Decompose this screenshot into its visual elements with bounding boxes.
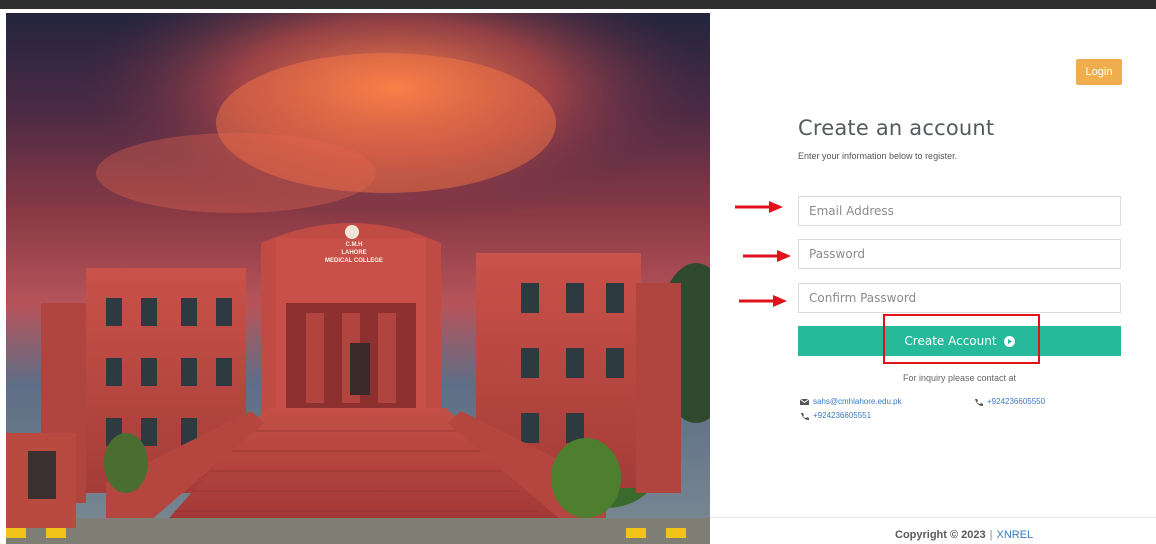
brand-link[interactable]: XNREL [997,529,1034,541]
copyright-text: Copyright © 2023 [895,529,986,541]
password-field[interactable] [798,239,1121,269]
footer-copyright: Copyright © 2023 | XNREL [895,529,1033,541]
hero-image: C.M.H LAHORE MEDICAL COLLEGE [6,13,710,544]
arrow-right-circle-icon [1003,335,1015,347]
email-field[interactable] [798,196,1121,226]
top-bar [0,0,1156,9]
contact-phone-1-text: +924236605550 [987,397,1046,406]
building-sign-line-3: MEDICAL COLLEGE [325,258,383,264]
phone-icon [800,412,809,420]
contact-email[interactable]: sahs@cmhlahore.edu.pk [799,397,902,406]
create-account-button[interactable]: Create Account [798,326,1121,356]
page-subtitle: Enter your information below to register… [798,151,958,161]
inquiry-text: For inquiry please contact at [902,373,1017,383]
copyright-separator: | [989,529,993,541]
footer-divider [710,517,1156,518]
red-arrow-annotation [743,249,791,263]
red-arrow-annotation [735,200,783,214]
contact-phone-2-text: +924236605551 [813,411,872,420]
building-sign-line-1: C.M.H [345,242,363,248]
building-sign-line-2: LAHORE [341,250,367,256]
create-account-label: Create Account [904,334,997,348]
confirm-password-field[interactable] [798,283,1121,313]
envelope-icon [799,398,810,406]
phone-icon [974,398,983,406]
contact-email-text: sahs@cmhlahore.edu.pk [813,397,902,406]
contact-phone-1[interactable]: +924236605550 [974,397,1045,406]
contact-phone-2[interactable]: +924236605551 [800,411,871,420]
building-sign: C.M.H LAHORE MEDICAL COLLEGE [324,241,384,265]
register-panel [710,13,1156,544]
page-title: Create an account [798,116,995,140]
red-arrow-annotation [739,294,787,308]
login-button[interactable]: Login [1076,59,1122,85]
